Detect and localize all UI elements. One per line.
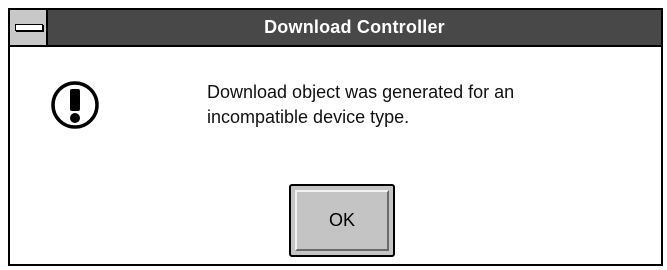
system-menu-bar — [15, 24, 43, 31]
window-title: Download Controller — [264, 17, 445, 37]
ok-button[interactable]: OK — [289, 184, 395, 257]
title-bar[interactable]: Download Controller — [10, 10, 661, 47]
system-menu-icon[interactable] — [10, 10, 48, 45]
message-line-1: Download object was generated for an — [207, 82, 515, 102]
exclamation-icon — [51, 81, 99, 129]
ok-button-label: OK — [295, 190, 389, 251]
download-controller-dialog: Download Controller Download object was … — [8, 8, 663, 266]
message-line-2: incompatible device type. — [207, 107, 410, 127]
dialog-message: Download object was generated for an inc… — [207, 80, 627, 130]
